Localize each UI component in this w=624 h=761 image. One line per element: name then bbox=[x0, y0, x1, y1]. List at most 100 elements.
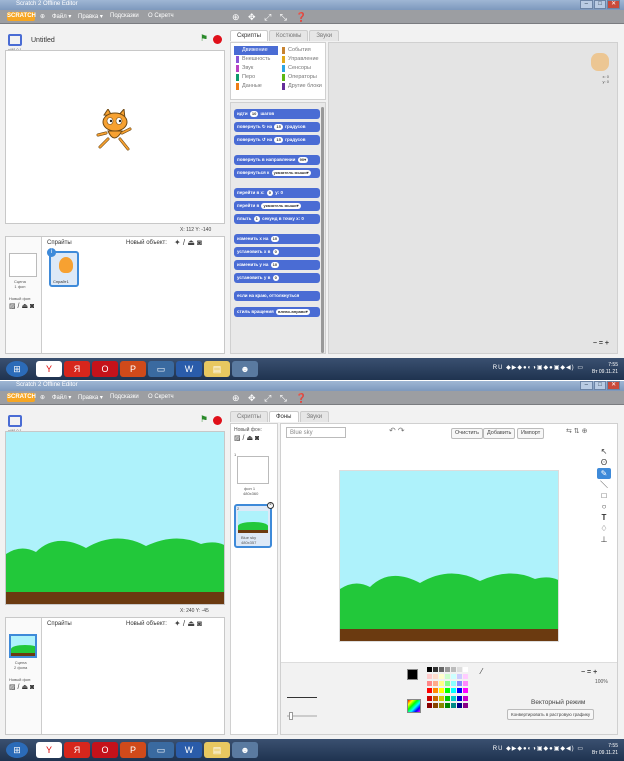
block-input[interactable]: 90▾ bbox=[297, 157, 309, 163]
globe-icon[interactable]: ⊕ bbox=[40, 394, 45, 401]
paint-canvas[interactable] bbox=[339, 470, 559, 642]
stop-icon[interactable] bbox=[213, 35, 222, 44]
category-pen[interactable]: Перо bbox=[234, 73, 278, 82]
motion-block[interactable]: установить у в 0 bbox=[234, 273, 320, 283]
backdrop-1-thumb[interactable] bbox=[237, 456, 269, 484]
motion-block[interactable]: если на краю, оттолкнуться bbox=[234, 291, 320, 301]
color-swatch[interactable] bbox=[427, 681, 432, 687]
color-swatch[interactable] bbox=[457, 695, 462, 701]
convert-button[interactable]: Конвертировать в растровую графику bbox=[507, 709, 595, 720]
color-swatch[interactable] bbox=[445, 681, 450, 687]
toolbar-icons[interactable]: ⊕ ✥ ⤢ ⤡ ❓ bbox=[232, 12, 310, 23]
scratch-taskbar-icon[interactable]: ☻ bbox=[232, 742, 258, 758]
scripts-area[interactable]: x: 0 y: 0 − = + bbox=[328, 42, 618, 354]
stop-icon[interactable] bbox=[213, 416, 222, 425]
color-swatch[interactable] bbox=[457, 681, 462, 687]
stage-thumbnail[interactable] bbox=[9, 634, 37, 658]
tab-costumes[interactable]: Костюмы bbox=[268, 30, 309, 41]
transform-icons[interactable]: ⇆ ⇅ ⊕ bbox=[566, 427, 588, 435]
color-swatch[interactable] bbox=[457, 674, 462, 680]
eyedropper-icon[interactable]: ⁄ bbox=[481, 667, 482, 676]
tab-backdrops[interactable]: Фоны bbox=[268, 411, 299, 422]
maximize-button[interactable]: □ bbox=[593, 381, 607, 390]
start-button[interactable]: ⊞ bbox=[6, 361, 28, 377]
color-palette[interactable] bbox=[427, 667, 473, 709]
menu-edit[interactable]: Правка ▾ bbox=[78, 13, 103, 20]
color-swatch[interactable] bbox=[457, 667, 462, 672]
yandex-icon[interactable]: Y bbox=[36, 361, 62, 377]
toolbar-icons[interactable]: ⊕ ✥ ⤢ ⤡ ❓ bbox=[232, 393, 310, 404]
color-picker-icon[interactable] bbox=[407, 699, 421, 713]
color-swatch[interactable] bbox=[445, 674, 450, 680]
color-swatch[interactable] bbox=[439, 688, 444, 694]
block-input[interactable]: влево-вправо▾ bbox=[276, 309, 310, 315]
block-input[interactable]: 1 bbox=[253, 216, 260, 222]
motion-block[interactable]: изменить у на 10 bbox=[234, 260, 320, 270]
color-swatch[interactable] bbox=[451, 667, 456, 672]
import-button[interactable]: Импорт bbox=[517, 428, 545, 439]
cat-sprite[interactable] bbox=[94, 109, 134, 153]
color-swatch[interactable] bbox=[439, 702, 444, 708]
color-swatch[interactable] bbox=[451, 674, 456, 680]
opera-icon[interactable]: O bbox=[92, 361, 118, 377]
close-button[interactable]: ✕ bbox=[607, 0, 621, 9]
tab-sounds[interactable]: Звуки bbox=[299, 411, 330, 422]
block-input[interactable]: 10 bbox=[270, 236, 280, 242]
color-swatch[interactable] bbox=[433, 667, 438, 672]
sprite-thumbnail[interactable]: i Спрайт1 bbox=[47, 248, 79, 287]
text-tool-icon[interactable]: T bbox=[597, 512, 611, 523]
stroke-slider[interactable] bbox=[287, 712, 317, 720]
color-swatch[interactable] bbox=[427, 695, 432, 701]
minimize-button[interactable]: – bbox=[580, 381, 593, 390]
color-swatch[interactable] bbox=[433, 702, 438, 708]
menu-file[interactable]: Файл ▾ bbox=[52, 394, 71, 401]
menu-tips[interactable]: Подсказки bbox=[110, 13, 139, 19]
motion-block[interactable]: изменить х на 10 bbox=[234, 234, 320, 244]
color-swatch[interactable] bbox=[451, 702, 456, 708]
color-swatch[interactable] bbox=[451, 688, 456, 694]
motion-block[interactable]: повернуть ↺ на 15 градусов bbox=[234, 135, 320, 145]
menu-tips[interactable]: Подсказки bbox=[110, 394, 139, 400]
color-swatch[interactable] bbox=[457, 702, 462, 708]
project-title[interactable]: Untitled bbox=[31, 37, 55, 44]
green-flag-icon[interactable]: ⚑ bbox=[200, 33, 208, 44]
word-icon[interactable]: W bbox=[176, 742, 202, 758]
clock[interactable]: 7:55 Вт 09.11.21 bbox=[592, 362, 618, 376]
motion-block[interactable]: плыть 1 секунд в точку x: 0 bbox=[234, 214, 320, 224]
category-sound[interactable]: Звук bbox=[234, 64, 278, 73]
tab-sounds[interactable]: Звуки bbox=[309, 30, 340, 41]
category-data[interactable]: Данные bbox=[234, 82, 278, 91]
stage[interactable] bbox=[5, 50, 225, 224]
scratch-logo[interactable]: SCRATCH bbox=[7, 393, 36, 402]
block-input[interactable]: 0 bbox=[272, 249, 279, 255]
fullscreen-icon[interactable] bbox=[8, 415, 22, 427]
palette-scrollbar[interactable] bbox=[321, 107, 324, 353]
yandex-browser-icon[interactable]: Я bbox=[64, 742, 90, 758]
color-swatch[interactable] bbox=[463, 681, 468, 687]
folder-icon[interactable]: ▤ bbox=[204, 361, 230, 377]
pencil-tool-icon[interactable]: ✎ bbox=[597, 468, 611, 479]
slider-thumb[interactable] bbox=[289, 712, 293, 720]
word-icon[interactable]: W bbox=[176, 361, 202, 377]
color-swatch[interactable] bbox=[439, 695, 444, 701]
motion-block[interactable]: установить х в 0 bbox=[234, 247, 320, 257]
reshape-tool-icon[interactable]: ʘ bbox=[597, 457, 611, 468]
color-swatch[interactable] bbox=[451, 681, 456, 687]
color-swatch[interactable] bbox=[445, 667, 450, 672]
menu-about[interactable]: О Скретч bbox=[148, 394, 174, 400]
category-more-blocks[interactable]: Другие блоки bbox=[280, 82, 324, 91]
globe-icon[interactable]: ⊕ bbox=[40, 13, 45, 20]
color-swatch[interactable] bbox=[463, 702, 468, 708]
category-motion[interactable]: Движение bbox=[234, 46, 278, 55]
color-swatch[interactable] bbox=[439, 667, 444, 672]
category-events[interactable]: События bbox=[280, 46, 324, 55]
block-input[interactable]: 10 bbox=[249, 111, 259, 117]
block-input[interactable]: 0 bbox=[272, 275, 279, 281]
current-color[interactable] bbox=[407, 669, 418, 680]
block-input[interactable]: указатель мыши▾ bbox=[261, 203, 301, 209]
info-icon[interactable]: i bbox=[47, 248, 56, 257]
motion-block[interactable]: идти 10 шагов bbox=[234, 109, 320, 119]
zoom-controls[interactable]: − = + bbox=[581, 669, 597, 676]
block-input[interactable]: 15 bbox=[274, 124, 283, 130]
motion-block[interactable]: перейти в x: 0 y: 0 bbox=[234, 188, 320, 198]
